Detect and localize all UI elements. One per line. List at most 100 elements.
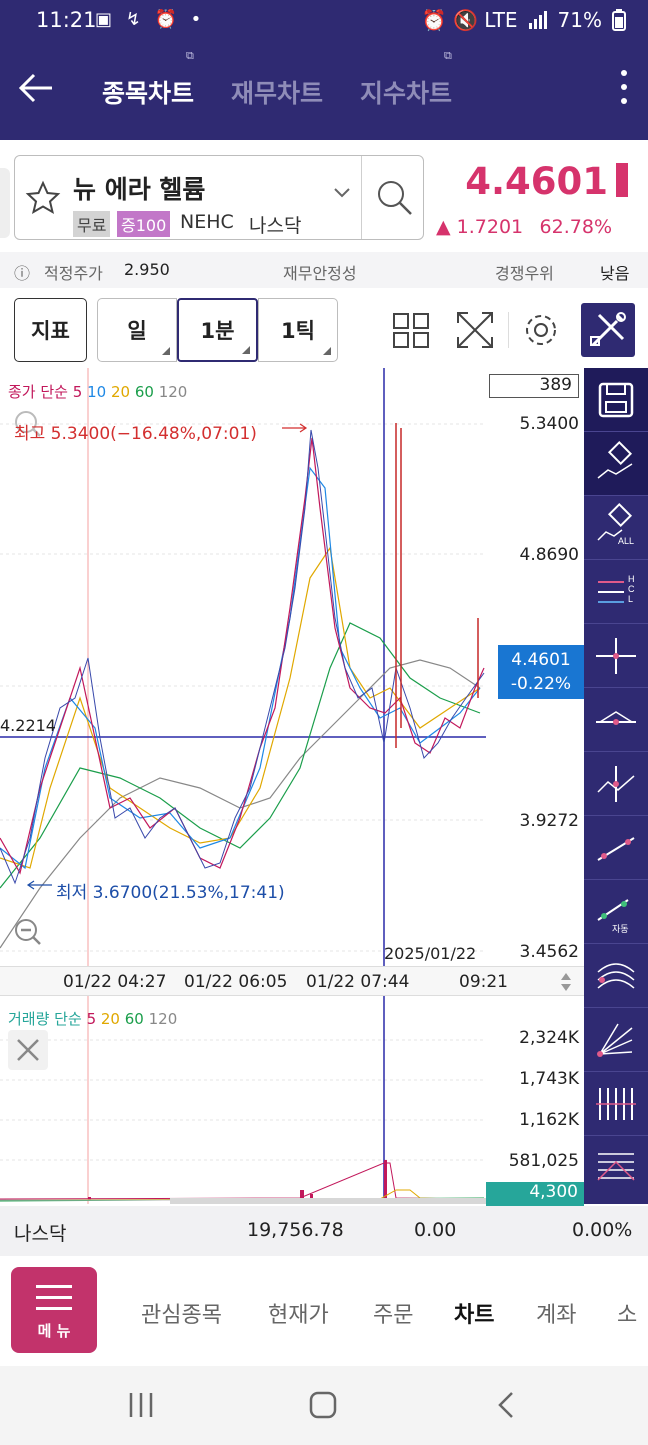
sidebar-trend-line[interactable] <box>584 816 648 880</box>
sidebar-horizontal-line[interactable] <box>584 688 648 752</box>
sidebar-erase-all[interactable]: ALL <box>584 496 648 560</box>
menu-button[interactable]: 메 뉴 <box>11 1267 97 1353</box>
indicator-button[interactable]: 지표 <box>14 298 87 362</box>
sidebar-eraser[interactable] <box>584 432 648 496</box>
recent-apps-icon[interactable] <box>126 1390 156 1420</box>
scroll-arrows-icon[interactable] <box>558 970 574 994</box>
sidebar-fibonacci[interactable] <box>584 1136 648 1200</box>
nav-current-price[interactable]: 현재가 <box>268 1297 329 1329</box>
nav-more[interactable]: 소 <box>617 1297 637 1329</box>
margin-badge: 증100 <box>117 211 171 237</box>
favorite-star-icon[interactable] <box>25 180 61 216</box>
battery-icon <box>612 9 626 31</box>
index-ticker-row[interactable]: 나스닥 19,756.78 0.00 0.00% <box>0 1206 648 1256</box>
index-name: 나스닥 <box>14 1223 67 1245</box>
settings-gear-icon[interactable] <box>519 306 563 354</box>
fibonacci-icon <box>597 1153 635 1181</box>
x-tick-label: 01/22 06:05 <box>184 972 288 992</box>
high-price-label: 최고 5.3400(−16.48%,07:01) <box>14 424 257 444</box>
period-day-button[interactable]: 일 <box>97 298 177 362</box>
crosshair-value-label: 4.2214 <box>0 716 56 735</box>
price-change-percent: 62.78% <box>539 216 612 238</box>
status-system-icons: ⏰ 🔇 LTE <box>421 8 518 32</box>
tab-lock-icon: ⧉ <box>444 50 452 62</box>
grid-layout-icon[interactable] <box>389 306 433 354</box>
tab-financial-chart[interactable]: 재무차트 <box>231 74 323 110</box>
stock-selector[interactable]: 뉴 에라 헬륨 무료 증100 NEHC 나스닥 <box>14 155 424 240</box>
sidebar-auto-trend[interactable]: 자동 <box>584 880 648 944</box>
drawing-tools-button[interactable] <box>581 303 635 357</box>
period-tick-button[interactable]: 1틱 <box>258 298 338 362</box>
arc-icon <box>597 963 635 989</box>
app-header: 11:21 ▣ ↯ ⏰ • ⏰ 🔇 LTE 71% 종목차트 재무차트 지수차트… <box>0 0 648 140</box>
y-tick-label: 3.9272 <box>519 811 579 831</box>
tab-stock-chart[interactable]: 종목차트 <box>102 74 194 110</box>
fan-lines-icon <box>597 1023 633 1057</box>
stock-name: 뉴 에라 헬륨 <box>73 175 206 204</box>
tab-lock-icon: ⧉ <box>186 50 194 62</box>
system-navigation-bar <box>0 1366 648 1445</box>
eraser-icon <box>597 440 633 479</box>
back-icon[interactable] <box>492 1390 522 1420</box>
sidebar-cycle-lines[interactable] <box>584 1072 648 1136</box>
help-icon[interactable]: ⓘ <box>14 260 30 284</box>
vertical-line-icon <box>597 766 635 802</box>
nav-account[interactable]: 계좌 <box>536 1297 576 1329</box>
sidebar-crosshair[interactable] <box>584 624 648 688</box>
market-name: 나스닥 <box>249 215 302 237</box>
low-price-label: 최저 3.6700(21.53%,17:41) <box>56 883 285 903</box>
volume-tick-label: 1,162K <box>519 1110 579 1130</box>
current-volume-tag: 4,300 <box>486 1182 584 1206</box>
trend-line-icon <box>597 837 635 861</box>
drawer-handle[interactable] <box>0 168 10 238</box>
financial-stability-label[interactable]: 재무안정성 <box>283 260 357 284</box>
current-price-tag: 4.4601 -0.22% <box>498 645 584 699</box>
nav-chart[interactable]: 차트 <box>454 1297 494 1329</box>
home-icon[interactable] <box>308 1390 338 1420</box>
search-icon[interactable] <box>375 178 415 218</box>
close-volume-pane-button[interactable] <box>8 1030 48 1070</box>
fair-price-value: 2.950 <box>124 260 170 279</box>
erase-all-icon <box>597 502 633 541</box>
status-right: ⏰ 🔇 LTE 71% <box>422 8 626 32</box>
hcl-lines-icon <box>598 581 624 603</box>
drawing-sidebar: ALL HCL 자동 <box>584 368 648 1204</box>
index-change: 0.00 <box>414 1219 457 1241</box>
period-minute-button[interactable]: 1분 <box>177 298 258 362</box>
sidebar-hcl-lines[interactable]: HCL <box>584 560 648 624</box>
candle-count-box[interactable]: 389 <box>489 374 579 398</box>
nav-order[interactable]: 주문 <box>373 1297 413 1329</box>
more-options-icon[interactable] <box>620 70 628 110</box>
price-change: ▲ 1.7201 <box>436 216 524 238</box>
volume-tick-label: 1,743K <box>519 1069 579 1089</box>
status-notification-icons: ▣ ↯ ⏰ • <box>95 9 206 30</box>
tab-index-chart[interactable]: 지수차트 <box>360 74 452 110</box>
y-tick-label: 4.8690 <box>519 545 579 565</box>
menu-label: 메 뉴 <box>37 1322 71 1340</box>
fair-price-label: 적정주가 <box>44 264 103 283</box>
valuation-row: ⓘ 적정주가 2.950 재무안정성 경쟁우위 낮음 <box>0 252 648 288</box>
competitive-advantage-label[interactable]: 경쟁우위 <box>495 260 554 284</box>
save-icon <box>598 382 634 418</box>
chart-scrollbar <box>170 1198 490 1204</box>
time-axis[interactable]: 01/22 04:27 01/22 06:05 01/22 07:44 09:2… <box>0 966 584 996</box>
crosshair-date-label: 2025/01/22 <box>384 944 477 963</box>
competitive-level: 낮음 <box>600 264 630 283</box>
price-ma-legend[interactable]: 종가 단순 5 10 20 60 120 <box>8 381 187 402</box>
chevron-down-icon[interactable] <box>333 186 351 200</box>
nav-watchlist[interactable]: 관심종목 <box>141 1297 222 1329</box>
sidebar-arc[interactable] <box>584 944 648 1008</box>
sidebar-fan[interactable] <box>584 1008 648 1072</box>
index-change-percent: 0.00% <box>572 1219 633 1241</box>
volume-tick-label: 581,025 <box>508 1151 579 1171</box>
volume-tick-label: 2,324K <box>519 1028 579 1048</box>
ticker-symbol: NEHC <box>180 211 234 233</box>
sidebar-vertical-line[interactable] <box>584 752 648 816</box>
sidebar-save[interactable] <box>584 368 648 432</box>
crosshair-icon <box>596 638 636 674</box>
volume-ma-legend[interactable]: 거래량 단순 5 20 60 120 <box>8 1008 177 1029</box>
expand-icon[interactable] <box>453 306 497 354</box>
status-time: 11:21 <box>36 8 97 32</box>
back-arrow-icon[interactable] <box>16 68 56 108</box>
battery-percent: 71% <box>557 8 602 32</box>
